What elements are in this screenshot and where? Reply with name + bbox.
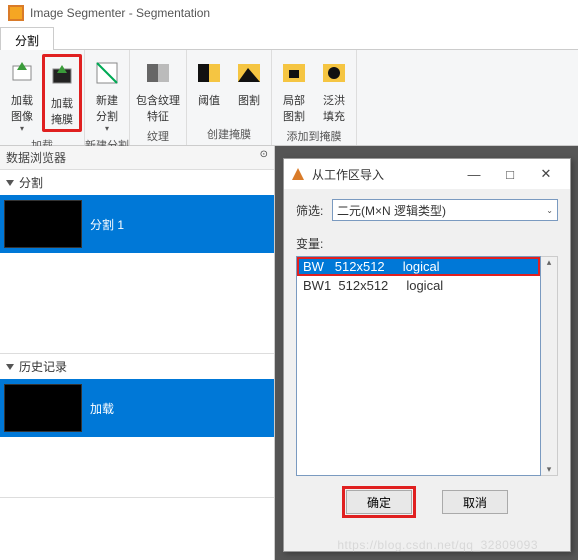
filter-row: 筛选: 二元(M×N 逻辑类型) ⌄ (296, 199, 558, 221)
scroll-up-icon[interactable]: ▴ (547, 257, 552, 268)
variables-label: 变量: (296, 235, 558, 252)
load-mask-icon (47, 59, 77, 93)
segmentation-item[interactable]: 分割 1 (0, 195, 274, 253)
dropdown-arrow-icon: ⌄ (546, 206, 553, 215)
load-mask-button[interactable]: 加载 掩膜 (42, 54, 82, 132)
graphcut-button[interactable]: 图割 (229, 54, 269, 110)
import-dialog: 从工作区导入 — □ ✕ 筛选: 二元(M×N 逻辑类型) ⌄ 变量: BW 5… (283, 158, 571, 552)
filter-value: 二元(M×N 逻辑类型) (337, 202, 446, 219)
ribbon-group-newseg: 新建 分割 ▾ 新建分割 (85, 50, 130, 145)
ribbon: 加载 图像 ▾ 加载 掩膜 加载 新建 分割 ▾ 新建分割 包含纹理 特征 (0, 50, 578, 146)
ribbon-group-create-label: 创建掩膜 (187, 124, 271, 145)
threshold-button[interactable]: 阈值 (189, 54, 229, 110)
data-browser-header: 数据浏览器 ⊙ (0, 146, 274, 170)
graphcut-label: 图割 (231, 92, 267, 108)
segmentation-section: 分割 分割 1 (0, 170, 274, 354)
data-browser-title: 数据浏览器 (6, 149, 66, 166)
filter-label: 筛选: (296, 202, 332, 219)
maximize-button[interactable]: □ (492, 167, 528, 182)
dropdown-arrow-icon: ▾ (4, 124, 40, 133)
variable-row[interactable]: BW 512x512 logical (297, 257, 540, 276)
flood-label: 泛洪 填充 (316, 92, 352, 124)
dropdown-arrow-icon: ▾ (89, 124, 125, 133)
local-graphcut-button[interactable]: 局部 图割 (274, 54, 314, 126)
new-seg-icon (89, 56, 125, 90)
ribbon-group-create: 阈值 图割 创建掩膜 (187, 50, 272, 145)
ok-button[interactable]: 确定 (346, 490, 412, 514)
include-texture-button[interactable]: 包含纹理 特征 (132, 54, 184, 126)
scrollbar[interactable]: ▴▾ (541, 256, 558, 476)
dialog-title: 从工作区导入 (312, 166, 384, 183)
watermark: https://blog.csdn.net/qq_32809093 (337, 538, 538, 552)
variable-list[interactable]: BW 512x512 logicalBW1 512x512 logical (296, 256, 541, 476)
panel-collapse-icon[interactable]: ⊙ (260, 149, 268, 166)
texture-icon (134, 56, 182, 90)
threshold-icon (191, 56, 227, 90)
app-icon (8, 5, 24, 21)
ribbon-tabstrip: 分割 (0, 26, 578, 50)
history-section-label: 历史记录 (19, 358, 67, 375)
data-browser-panel: 数据浏览器 ⊙ 分割 分割 1 历史记录 加载 (0, 146, 275, 560)
texture-label: 包含纹理 特征 (134, 92, 182, 124)
ribbon-group-addmask: 局部 图割 泛洪 填充 添加到掩膜 (272, 50, 357, 145)
threshold-label: 阈值 (191, 92, 227, 108)
variable-row[interactable]: BW1 512x512 logical (297, 276, 540, 295)
ribbon-group-addmask-label: 添加到掩膜 (272, 126, 356, 147)
flood-fill-button[interactable]: 泛洪 填充 (314, 54, 354, 126)
new-segmentation-button[interactable]: 新建 分割 ▾ (87, 54, 127, 135)
filter-select[interactable]: 二元(M×N 逻辑类型) ⌄ (332, 199, 558, 221)
local-graphcut-label: 局部 图割 (276, 92, 312, 124)
triangle-down-icon (6, 180, 14, 186)
history-thumbnail (4, 384, 82, 432)
load-image-label: 加载 图像 (4, 92, 40, 124)
load-image-icon (4, 56, 40, 90)
graphcut-icon (231, 56, 267, 90)
history-section: 历史记录 加载 (0, 354, 274, 498)
ribbon-group-load: 加载 图像 ▾ 加载 掩膜 加载 (0, 50, 85, 145)
new-seg-label: 新建 分割 (89, 92, 125, 124)
ribbon-group-texture: 包含纹理 特征 纹理 (130, 50, 187, 145)
window-title: Image Segmenter - Segmentation (30, 6, 210, 20)
matlab-icon (290, 166, 306, 182)
scroll-down-icon[interactable]: ▾ (547, 464, 552, 475)
history-section-header[interactable]: 历史记录 (0, 354, 274, 379)
segmentation-thumbnail (4, 200, 82, 248)
flood-icon (316, 56, 352, 90)
segmentation-item-label: 分割 1 (90, 216, 124, 233)
segmentation-section-header[interactable]: 分割 (0, 170, 274, 195)
dialog-titlebar: 从工作区导入 — □ ✕ (284, 159, 570, 189)
minimize-button[interactable]: — (456, 167, 492, 182)
seg-section-label: 分割 (19, 174, 43, 191)
window-titlebar: Image Segmenter - Segmentation (0, 0, 578, 26)
triangle-down-icon (6, 364, 14, 370)
close-button[interactable]: ✕ (528, 166, 564, 182)
local-graphcut-icon (276, 56, 312, 90)
load-image-button[interactable]: 加载 图像 ▾ (2, 54, 42, 135)
ribbon-group-texture-label: 纹理 (130, 126, 186, 147)
history-item-label: 加载 (90, 400, 114, 417)
cancel-button[interactable]: 取消 (442, 490, 508, 514)
load-mask-label: 加载 掩膜 (47, 95, 77, 127)
history-item[interactable]: 加载 (0, 379, 274, 437)
tab-segmentation[interactable]: 分割 (0, 27, 54, 50)
